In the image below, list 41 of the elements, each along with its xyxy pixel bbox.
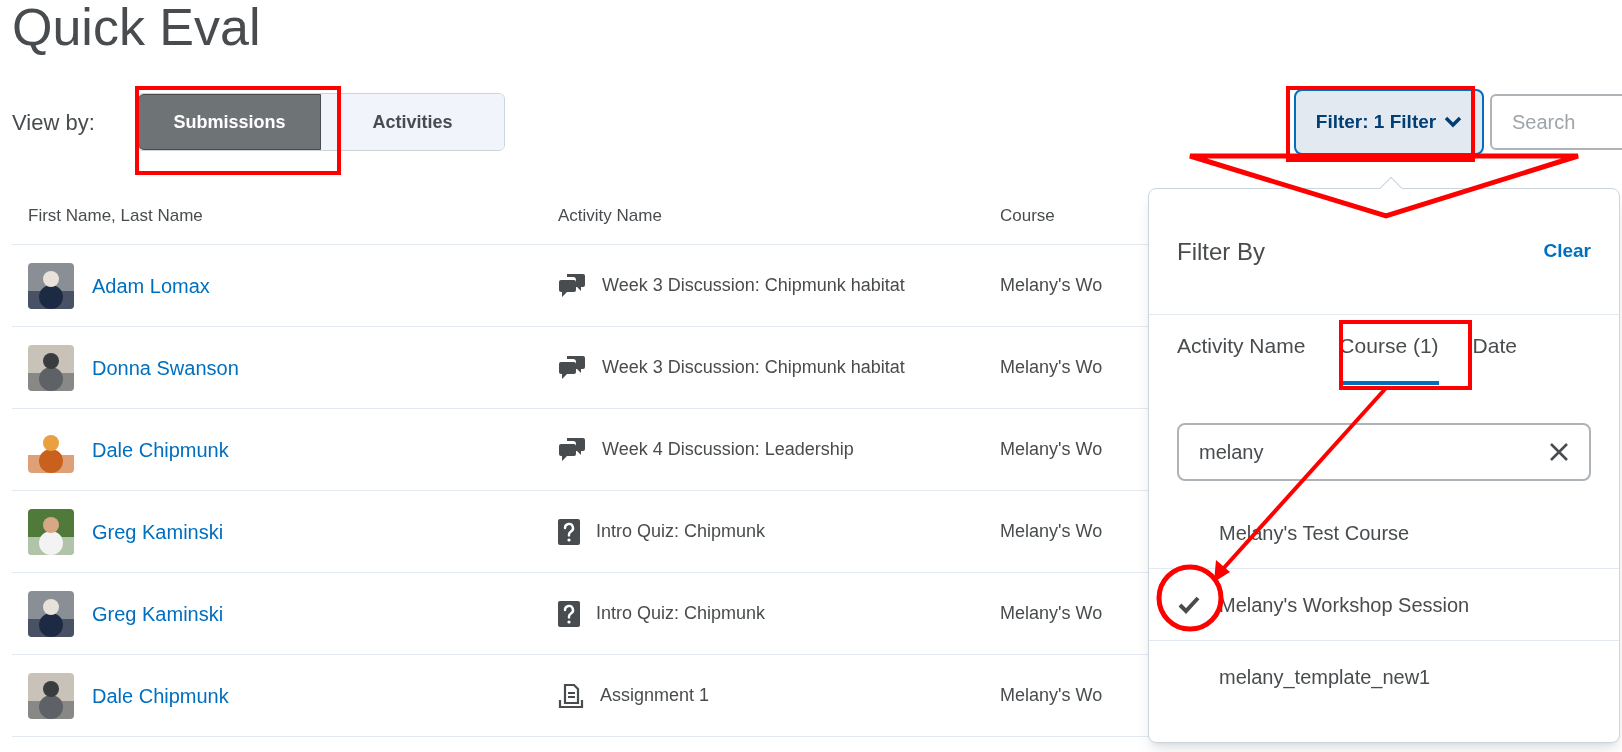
chevron-down-icon [1444,116,1463,128]
activity-name: Assignment 1 [600,684,710,707]
course-option[interactable]: melany_template_new1 [1149,641,1619,713]
view-by-label: View by: [12,108,96,137]
student-name-link[interactable]: Donna Swanson [92,352,239,383]
student-name-link[interactable]: Adam Lomax [92,270,210,301]
course-name: Melany's Wo [1000,685,1103,705]
student-name-link[interactable]: Dale Chipmunk [92,680,229,711]
course-name: Melany's Wo [1000,439,1103,459]
speech-bubbles-icon [558,354,586,381]
course-name: Melany's Wo [1000,603,1103,623]
panel-title: Filter By [1177,236,1265,267]
student-name-link[interactable]: Dale Chipmunk [92,434,229,465]
activity-name: Intro Quiz: Chipmunk [596,602,766,625]
filter-button[interactable]: Filter: 1 Filter [1294,89,1484,155]
course-search-field[interactable]: melany [1177,423,1591,481]
student-name-link[interactable]: Greg Kaminski [92,598,224,629]
page-title: Quick Eval [12,0,262,58]
checkmark-icon [1177,594,1201,615]
speech-bubbles-icon [558,272,586,299]
course-name: Melany's Wo [1000,521,1103,541]
course-name: Melany's Wo [1000,275,1103,295]
activity-name: Week 4 Discussion: Leadership [602,438,854,461]
filter-tab[interactable]: Activity Name [1177,319,1306,385]
student-name-link[interactable]: Greg Kaminski [92,516,224,547]
column-header: Course [1000,206,1055,226]
clear-link[interactable]: Clear [1543,237,1591,266]
question-mark-icon [558,518,580,545]
activity-name: Week 3 Discussion: Chipmunk habitat [602,356,905,379]
speech-bubbles-icon [558,436,586,463]
document-tray-icon [558,682,584,709]
search-field[interactable]: Search [1490,94,1622,150]
view-toggle-button[interactable]: Submissions [138,94,321,150]
column-header: Activity Name [558,206,662,226]
column-header: First Name, Last Name [28,206,203,226]
activity-name: Intro Quiz: Chipmunk [596,520,766,543]
course-name: Melany's Wo [1000,357,1103,377]
activity-name: Week 3 Discussion: Chipmunk habitat [602,274,905,297]
close-icon[interactable] [1549,442,1569,462]
filter-tab[interactable]: Date [1472,319,1517,385]
question-mark-icon [558,600,580,627]
